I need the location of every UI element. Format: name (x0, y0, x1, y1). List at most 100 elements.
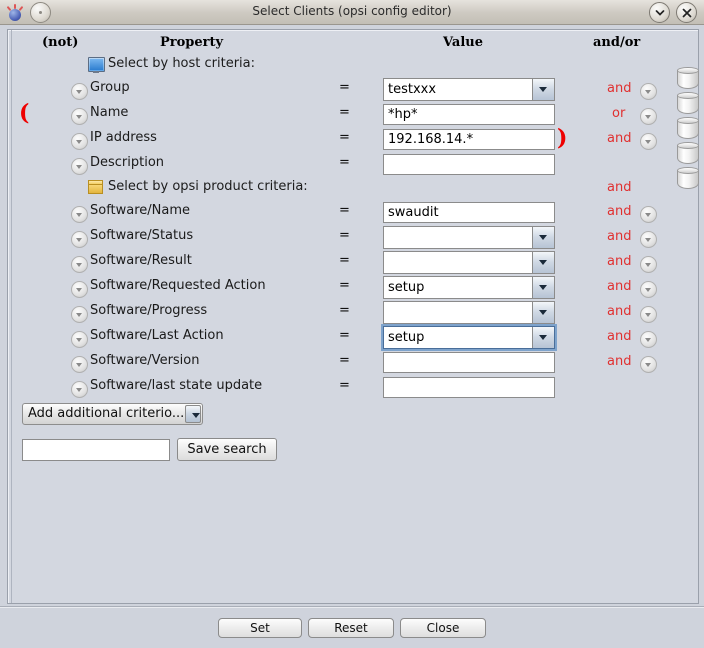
property-label: Software/last state update (90, 378, 263, 393)
monitor-icon (88, 57, 105, 73)
criteria-row: Software/Version = and (12, 351, 702, 376)
group-cylinder-icon[interactable] (677, 67, 699, 91)
chevron-down-icon[interactable] (185, 405, 201, 423)
value-combo-text (384, 252, 532, 273)
row-options-chevron-icon[interactable] (71, 381, 88, 398)
chevron-down-icon[interactable] (532, 252, 554, 273)
name-cylinder-icon[interactable] (677, 92, 699, 116)
andor-chevron-icon[interactable] (640, 231, 657, 248)
operator-label: = (339, 378, 350, 393)
title-bar: Select Clients (opsi config editor) (0, 0, 704, 25)
section-host-criteria-label: Select by host criteria: (108, 56, 256, 71)
andor-label: and (607, 279, 632, 294)
value-input[interactable]: *hp* (383, 104, 555, 125)
row-options-chevron-icon[interactable] (71, 133, 88, 150)
save-search-input[interactable] (22, 439, 170, 461)
andor-chevron-icon[interactable] (640, 83, 657, 100)
criteria-row: Software/Last Action = setup and (12, 324, 702, 351)
package-icon (88, 180, 103, 194)
property-label: Software/Status (90, 228, 194, 243)
andor-label: and (607, 229, 632, 244)
criteria-row: Group = testxxx and (12, 78, 702, 103)
value-input[interactable] (383, 352, 555, 373)
value-combo-focused[interactable]: setup (381, 324, 557, 351)
close-button[interactable] (676, 2, 697, 23)
row-options-chevron-icon[interactable] (71, 158, 88, 175)
open-paren-marker: ( (19, 100, 30, 126)
row-options-chevron-icon[interactable] (71, 256, 88, 273)
criteria-row: Software/last state update = (12, 376, 702, 401)
chevron-down-icon[interactable] (532, 79, 554, 100)
value-input[interactable] (383, 377, 555, 398)
criteria-row: Software/Progress = and (12, 301, 702, 326)
property-label: Software/Name (90, 203, 191, 218)
value-input[interactable] (383, 154, 555, 175)
property-label: Software/Requested Action (90, 278, 266, 293)
chevron-down-icon[interactable] (532, 302, 554, 323)
row-options-chevron-icon[interactable] (71, 206, 88, 223)
value-input[interactable]: 192.168.14.* (383, 129, 555, 150)
andor-label: and (607, 81, 632, 96)
value-combo-text (384, 302, 532, 323)
section-product-criteria-label: Select by opsi product criteria: (108, 179, 308, 194)
set-button[interactable]: Set (218, 618, 302, 638)
title-bar-right-icons (649, 2, 697, 23)
operator-label: = (339, 155, 350, 170)
operator-label: = (339, 228, 350, 243)
row-options-chevron-icon[interactable] (71, 306, 88, 323)
add-criteria-dropdown[interactable]: Add additional criterio... (22, 403, 203, 425)
andor-chevron-icon[interactable] (640, 108, 657, 125)
close-paren-marker: ) (557, 125, 568, 151)
andor-chevron-icon[interactable] (640, 133, 657, 150)
description-cylinder-icon[interactable] (677, 142, 699, 166)
andor-label: and (607, 304, 632, 319)
andor-label: or (612, 106, 626, 121)
andor-chevron-icon[interactable] (640, 356, 657, 373)
value-combo-text: setup (388, 330, 425, 345)
save-search-button[interactable]: Save search (177, 438, 277, 461)
chevron-down-icon (655, 9, 664, 16)
value-combo[interactable] (383, 251, 555, 274)
property-label: Software/Version (90, 353, 200, 368)
row-options-chevron-icon[interactable] (71, 108, 88, 125)
value-input[interactable]: swaudit (383, 202, 555, 223)
criteria-row: Software/Result = and (12, 251, 702, 276)
header-andor: and/or (593, 35, 641, 50)
product-cylinder-icon[interactable] (677, 167, 699, 191)
value-combo[interactable]: testxxx (383, 78, 555, 101)
minimize-button[interactable] (649, 2, 670, 23)
close-button-footer[interactable]: Close (400, 618, 486, 638)
value-combo[interactable] (383, 301, 555, 324)
chevron-down-icon[interactable] (532, 277, 554, 298)
andor-chevron-icon[interactable] (640, 206, 657, 223)
property-label: Software/Progress (90, 303, 208, 318)
andor-chevron-icon[interactable] (640, 281, 657, 298)
ip-cylinder-icon[interactable] (677, 117, 699, 141)
andor-chevron-icon[interactable] (640, 331, 657, 348)
criteria-row: Description = (12, 153, 702, 178)
chevron-down-icon[interactable] (532, 227, 554, 248)
operator-label: = (339, 80, 350, 95)
operator-label: = (339, 130, 350, 145)
criteria-panel: (not) Property Value and/or Select by ho… (7, 29, 699, 604)
row-options-chevron-icon[interactable] (71, 281, 88, 298)
operator-label: = (339, 105, 350, 120)
row-options-chevron-icon[interactable] (71, 83, 88, 100)
row-options-chevron-icon[interactable] (71, 356, 88, 373)
header-property: Property (160, 35, 224, 50)
value-combo[interactable] (383, 226, 555, 249)
value-combo[interactable]: setup (383, 276, 555, 299)
section-andor-label: and (607, 180, 632, 195)
chevron-down-icon[interactable] (532, 327, 554, 348)
andor-label: and (607, 131, 632, 146)
row-options-chevron-icon[interactable] (71, 231, 88, 248)
row-options-chevron-icon[interactable] (71, 331, 88, 348)
andor-chevron-icon[interactable] (640, 306, 657, 323)
operator-label: = (339, 278, 350, 293)
criteria-row: Software/Requested Action = setup and (12, 276, 702, 301)
reset-button[interactable]: Reset (308, 618, 394, 638)
operator-label: = (339, 353, 350, 368)
andor-chevron-icon[interactable] (640, 256, 657, 273)
close-icon (682, 8, 691, 17)
operator-label: = (339, 303, 350, 318)
